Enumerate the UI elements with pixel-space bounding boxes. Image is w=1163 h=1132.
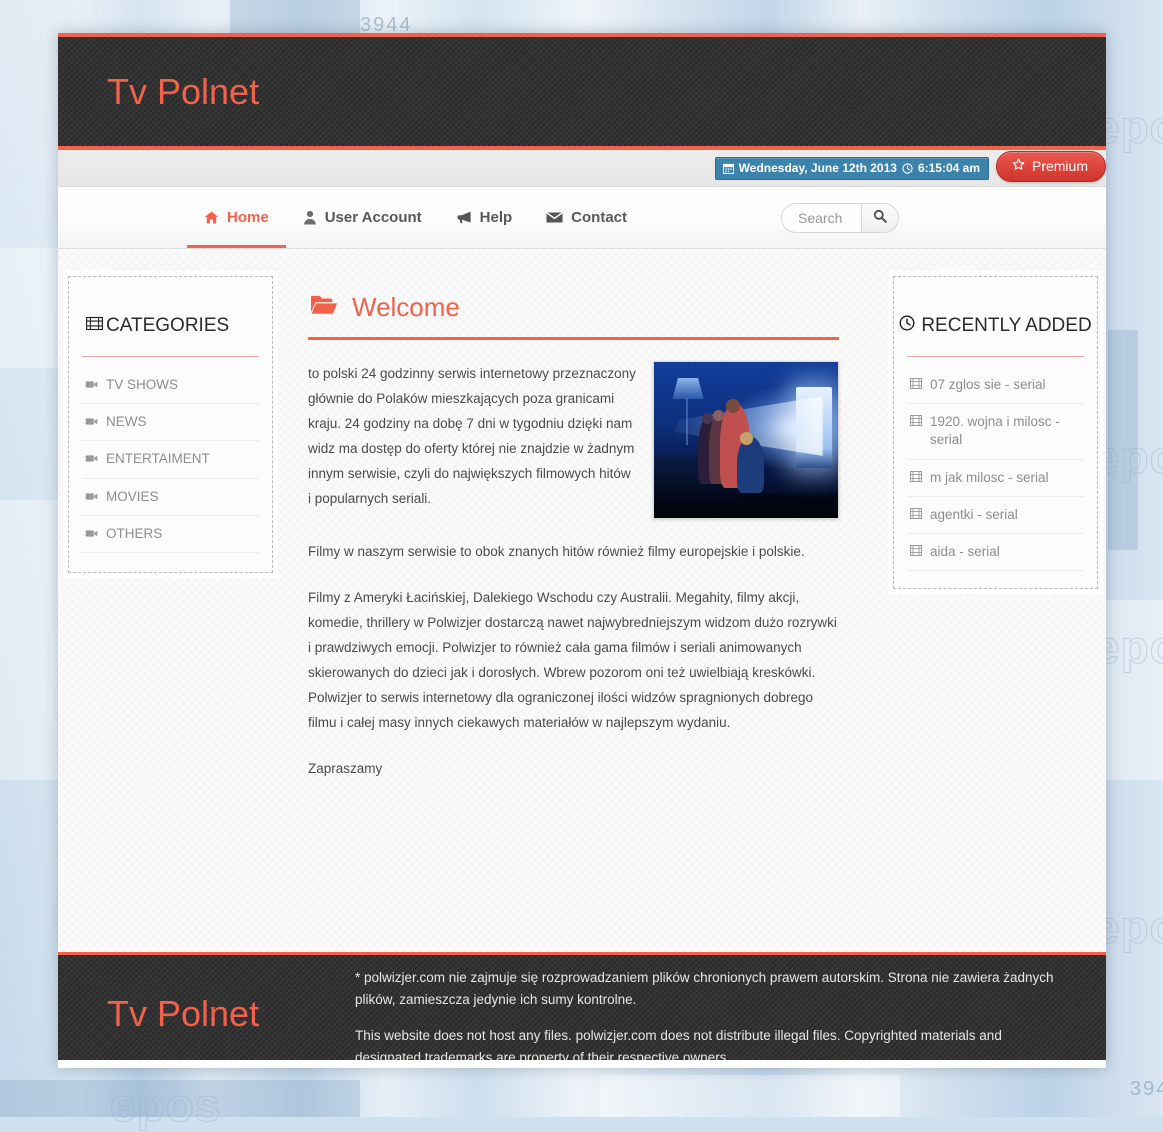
search-box — [781, 203, 899, 233]
site-bottom-strip — [58, 1060, 1106, 1067]
title-divider — [308, 337, 839, 340]
film-strip-icon — [910, 413, 922, 431]
nav-item-home[interactable]: Home — [187, 187, 286, 248]
category-label: MOVIES — [106, 488, 159, 504]
bg-number: 3944 — [1130, 1078, 1163, 1100]
page-title: Welcome — [310, 276, 839, 323]
recent-item-label: 1920. wojna i milosc - serial — [930, 414, 1060, 448]
recently-added-list: 07 zglos sie - serial 1920. wojna i milo… — [894, 357, 1097, 597]
nav-item-label: Help — [479, 209, 513, 226]
site-footer: Tv Polnet * polwizjer.com nie zajmuje si… — [58, 952, 1106, 1060]
datetime-date: Wednesday, June 12th 2013 — [738, 161, 897, 175]
film-strip-icon — [910, 506, 922, 524]
category-item-news[interactable]: NEWS — [82, 404, 259, 442]
main-content: Welcome to polski 24 godzinny serwis int… — [308, 276, 839, 802]
user-icon — [303, 210, 317, 225]
film-icon — [86, 315, 103, 337]
categories-title: CATEGORIES — [69, 277, 272, 337]
video-camera-icon — [85, 376, 98, 394]
search-button[interactable] — [861, 203, 899, 233]
bg-band — [0, 500, 58, 780]
hero-image — [653, 361, 839, 519]
recent-item-label: aida - serial — [930, 544, 1000, 560]
datetime-time: 6:15:04 am — [917, 161, 980, 175]
footer-disclaimer-en: This website does not host any files. po… — [355, 1028, 1002, 1060]
category-item-others[interactable]: OTHERS — [82, 516, 259, 554]
recent-item-1[interactable]: 1920. wojna i milosc - serial — [907, 404, 1084, 460]
nav-item-label: User Account — [324, 209, 422, 226]
nav-list: Home User Account Help Contact — [187, 187, 644, 248]
recent-item-label: 07 zglos sie - serial — [930, 377, 1046, 392]
bg-band — [600, 1075, 900, 1117]
category-label: TV SHOWS — [106, 377, 179, 392]
calendar-icon — [722, 163, 734, 174]
category-item-movies[interactable]: MOVIES — [82, 479, 259, 516]
nav-item-contact[interactable]: Contact — [529, 187, 644, 248]
premium-button[interactable]: Premium — [995, 151, 1106, 182]
bg-watermark: epos — [109, 1079, 222, 1132]
envelope-icon — [546, 211, 563, 224]
footer-disclaimers: * polwizjer.com nie zajmuje się rozprowa… — [355, 967, 1106, 1060]
image-person — [736, 436, 765, 494]
nav-item-label: Home — [227, 209, 269, 226]
search-icon — [873, 209, 887, 228]
body-paragraph-1: Filmy w naszym serwisie to obok znanych … — [308, 544, 805, 559]
nav-item-help[interactable]: Help — [439, 187, 530, 248]
recent-item-3[interactable]: agentki - serial — [907, 497, 1084, 535]
video-camera-icon — [85, 450, 98, 468]
category-label: ENTERTAIMENT — [106, 451, 210, 467]
intro-paragraph: to polski 24 godzinny serwis internetowy… — [308, 366, 636, 506]
nav-item-user-account[interactable]: User Account — [286, 187, 439, 248]
intro-block: to polski 24 godzinny serwis internetowy… — [308, 361, 839, 519]
recently-added-title-label: RECENTLY ADDED — [921, 315, 1092, 336]
film-strip-icon — [910, 543, 922, 561]
video-camera-icon — [85, 413, 98, 431]
star-icon — [1012, 158, 1025, 174]
recent-item-label: m jak milosc - serial — [930, 469, 1049, 485]
page-title-label: Welcome — [352, 292, 460, 322]
clock-icon — [902, 162, 913, 174]
footer-logo[interactable]: Tv Polnet — [107, 993, 355, 1035]
image-lamp-stem — [686, 397, 689, 445]
categories-list: TV SHOWS NEWS ENTERTAIMENT MOVIES OTHERS — [69, 357, 272, 579]
category-label: OTHERS — [106, 525, 163, 541]
page-body: CATEGORIES TV SHOWS NEWS ENTERTAIMENT MO… — [58, 249, 1106, 952]
recently-added-title: RECENTLY ADDED — [894, 277, 1097, 337]
film-strip-icon — [910, 376, 922, 394]
premium-label: Premium — [1031, 158, 1088, 174]
main-navigation: Home User Account Help Contact — [58, 187, 1106, 249]
datetime-badge: Wednesday, June 12th 2013 6:15:04 am — [714, 157, 989, 180]
recent-item-4[interactable]: aida - serial — [907, 534, 1084, 572]
categories-panel: CATEGORIES TV SHOWS NEWS ENTERTAIMENT MO… — [63, 271, 278, 578]
category-label: NEWS — [106, 414, 147, 430]
category-item-tv-shows[interactable]: TV SHOWS — [82, 367, 259, 405]
bullhorn-icon — [456, 210, 472, 225]
site-header: Tv Polnet — [58, 33, 1106, 150]
category-item-entertaiment[interactable]: ENTERTAIMENT — [82, 441, 259, 479]
footer-disclaimer-pl: * polwizjer.com nie zajmuje się rozprowa… — [355, 970, 1054, 1007]
image-person-head — [740, 432, 754, 445]
body-paragraph-2: Filmy z Ameryki Łacińskiej, Dalekiego Ws… — [308, 590, 837, 730]
recent-item-label: agentki - serial — [930, 506, 1018, 522]
utility-bar: Wednesday, June 12th 2013 6:15:04 am Pre… — [58, 150, 1106, 187]
video-camera-icon — [85, 488, 98, 506]
video-camera-icon — [85, 525, 98, 543]
recently-added-panel: RECENTLY ADDED 07 zglos sie - serial 192… — [888, 271, 1103, 594]
categories-title-label: CATEGORIES — [106, 315, 230, 336]
folder-open-icon — [310, 292, 338, 323]
home-icon — [204, 210, 219, 225]
nav-item-label: Contact — [571, 209, 628, 226]
search-input[interactable] — [781, 203, 861, 233]
body-paragraph-3: Zapraszamy — [308, 761, 383, 776]
clock-icon — [899, 315, 915, 337]
site-wrapper: Tv Polnet Wednesday, June 12th 2013 6:15… — [58, 33, 1106, 1068]
body-copy: Filmy w naszym serwisie to obok znanych … — [308, 539, 839, 781]
film-strip-icon — [910, 469, 922, 487]
site-logo[interactable]: Tv Polnet — [107, 71, 259, 113]
recent-item-2[interactable]: m jak milosc - serial — [907, 460, 1084, 497]
recent-item-0[interactable]: 07 zglos sie - serial — [907, 367, 1084, 405]
